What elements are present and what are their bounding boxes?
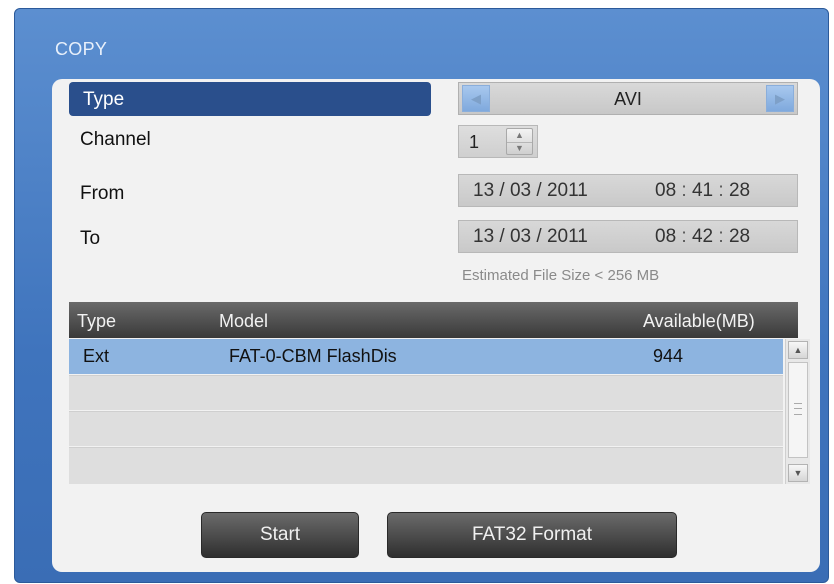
from-datetime-field[interactable]: 13 / 03 / 2011 08 : 41 : 28 [458,174,798,207]
channel-value: 1 [469,132,480,152]
from-label: From [80,183,125,204]
table-row[interactable]: Ext FAT-0-CBM FlashDis 944 [69,339,783,374]
copy-panel: Type ◀ AVI ▶ Channel 1 ▲ ▼ From 13 / 03 … [52,79,820,572]
time-separator: : [718,180,724,201]
time-separator: : [718,226,724,247]
from-date[interactable]: 13 / 03 / 2011 [473,180,588,202]
row-type: Ext [83,346,110,366]
from-time[interactable]: 08 : 41 : 28 [655,180,750,202]
channel-stepper[interactable]: ▲ ▼ [506,128,533,155]
to-time[interactable]: 08 : 42 : 28 [655,226,750,248]
type-selector[interactable]: ◀ AVI ▶ [458,82,798,115]
table-header: Type Model Available(MB) [69,302,798,338]
to-second[interactable]: 28 [729,226,750,247]
row-model: FAT-0-CBM FlashDis [229,346,397,366]
table-row-empty[interactable] [69,411,783,446]
to-hour[interactable]: 08 [655,226,676,247]
column-header-available: Available(MB) [643,311,755,331]
arrow-right-icon[interactable]: ▶ [766,85,794,112]
from-hour[interactable]: 08 [655,180,676,201]
to-date[interactable]: 13 / 03 / 2011 [473,226,588,248]
arrow-down-icon[interactable]: ▼ [507,142,532,155]
arrow-up-icon[interactable]: ▲ [507,129,532,143]
from-minute[interactable]: 41 [692,180,713,201]
column-header-model: Model [219,311,269,331]
type-label: Type [83,89,125,110]
time-separator: : [681,180,687,201]
table-row-empty[interactable] [69,447,783,484]
to-label: To [80,228,101,249]
type-value: AVI [614,89,642,109]
channel-label: Channel [80,129,151,150]
grip-icon [794,403,802,415]
to-datetime-field[interactable]: 13 / 03 / 2011 08 : 42 : 28 [458,220,798,253]
estimated-file-size: Estimated File Size < 256 MB [462,267,660,284]
channel-spinner[interactable]: 1 ▲ ▼ [458,125,538,158]
type-row-highlight: Type [69,82,431,116]
copy-dialog: COPY Type ◀ AVI ▶ Channel 1 ▲ ▼ From 13 … [14,8,829,583]
start-button[interactable]: Start [201,512,359,558]
row-available: 944 [653,346,684,366]
arrow-down-icon[interactable]: ▼ [788,464,808,482]
arrow-up-icon[interactable]: ▲ [788,341,808,359]
column-header-type: Type [77,311,117,331]
dialog-title: COPY [55,39,108,59]
device-table: Type Model Available(MB) Ext FAT-0-CBM F… [69,302,810,485]
fat32-format-button[interactable]: FAT32 Format [387,512,677,558]
from-second[interactable]: 28 [729,180,750,201]
table-scrollbar[interactable]: ▲ ▼ [785,339,810,484]
scrollbar-thumb[interactable] [788,362,808,458]
table-row-empty[interactable] [69,375,783,410]
to-minute[interactable]: 42 [692,226,713,247]
time-separator: : [681,226,687,247]
